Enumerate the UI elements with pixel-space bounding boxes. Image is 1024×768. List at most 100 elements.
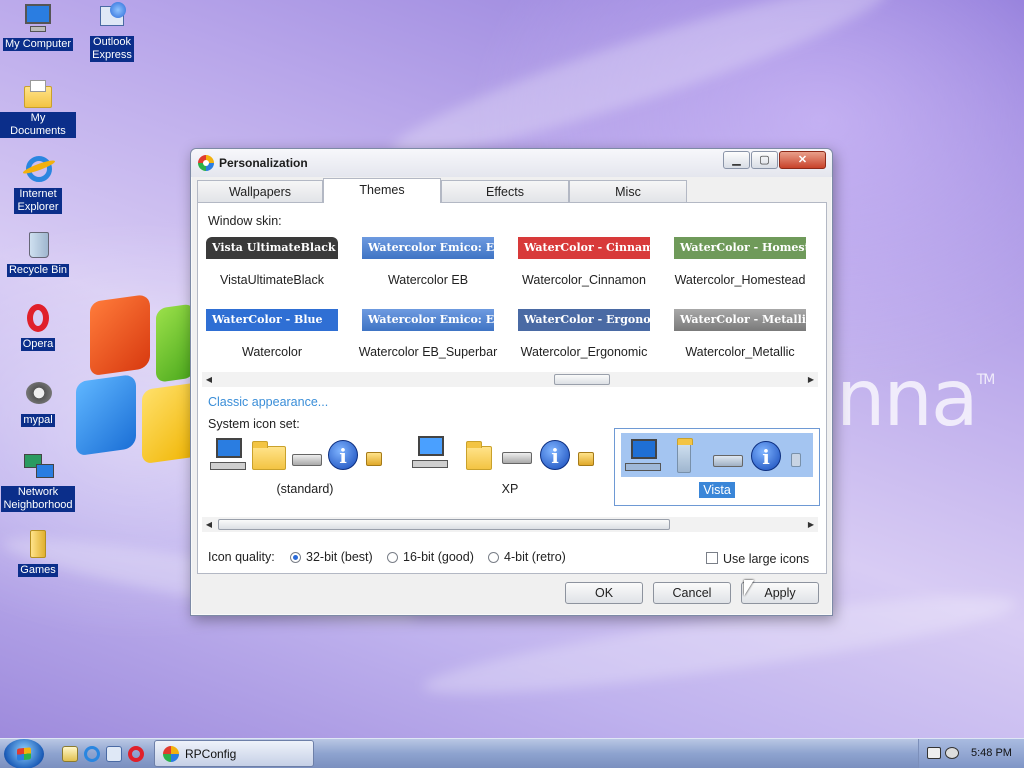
- iconset-caption: (standard): [276, 482, 334, 496]
- tray-network-icon[interactable]: [927, 747, 941, 759]
- scroll-right-arrow-icon[interactable]: ▶: [804, 372, 818, 387]
- quality-4bit-label[interactable]: 4-bit (retro): [504, 550, 566, 564]
- tab-effects[interactable]: Effects: [441, 180, 569, 202]
- scroll-left-arrow-icon[interactable]: ◀: [202, 372, 216, 387]
- network-icon: [22, 452, 54, 484]
- iconset-vista[interactable]: i Vista: [614, 428, 820, 506]
- taskbar: RPConfig 5:48 PM: [0, 738, 1024, 768]
- iconset-xp[interactable]: i XP: [410, 428, 610, 506]
- drive-icon: [502, 452, 532, 464]
- desktop-icon-internet-explorer[interactable]: Internet Explorer: [0, 154, 76, 214]
- use-large-icons-label[interactable]: Use large icons: [723, 552, 809, 566]
- desktop-icon-games[interactable]: Games: [0, 528, 76, 577]
- desktop-icon-outlook-express[interactable]: Outlook Express: [74, 2, 150, 62]
- computer-icon: [412, 436, 448, 468]
- desktop-icon-my-documents[interactable]: My Documents: [0, 78, 76, 138]
- skin-watercolor-cinnamon[interactable]: WaterColor - Cinnamon Watercolor_Cinnamo…: [514, 233, 664, 297]
- scroll-thumb[interactable]: [554, 374, 610, 385]
- desktop-icon-my-computer[interactable]: My Computer: [0, 2, 76, 51]
- skin-name: Watercolor_Ergonomic: [520, 345, 648, 359]
- quality-32bit-label[interactable]: 32-bit (best): [306, 550, 373, 564]
- quality-16bit-radio[interactable]: [387, 552, 398, 563]
- iconsets-hscrollbar[interactable]: ◀ ▶: [202, 517, 818, 532]
- system-tray: 5:48 PM: [918, 739, 1024, 768]
- skin-preview-bar: WaterColor - Metallic: [674, 309, 806, 331]
- use-large-icons-checkbox[interactable]: [706, 552, 718, 564]
- close-button[interactable]: ✕: [779, 151, 826, 169]
- clock[interactable]: 5:48 PM: [971, 747, 1012, 759]
- skin-preview-bar: WaterColor - Ergonom: [518, 309, 650, 331]
- lock-icon: [578, 452, 594, 466]
- tab-themes[interactable]: Themes: [323, 178, 441, 203]
- folder-icon: [466, 441, 492, 470]
- computer-icon: [210, 438, 246, 470]
- tray-volume-icon[interactable]: [945, 747, 959, 759]
- quality-32bit-radio[interactable]: [290, 552, 301, 563]
- desktop-icon-opera[interactable]: Opera: [0, 302, 76, 351]
- personalization-window: Personalization ▁ ▢ ✕ Wallpapers Themes …: [190, 148, 833, 616]
- iconset-preview: i: [621, 433, 813, 477]
- skin-watercolor-eb-superbar[interactable]: Watercolor Emico: Ergo Watercolor EB_Sup…: [358, 305, 508, 369]
- start-button[interactable]: [4, 739, 44, 768]
- ok-button[interactable]: OK: [565, 582, 643, 604]
- skin-watercolor-homestead[interactable]: WaterColor - Homeste Watercolor_Homestea…: [670, 233, 820, 297]
- skin-name: VistaUltimateBlack: [220, 273, 324, 287]
- skin-preview-bar: Watercolor Emico: Ergo: [362, 237, 494, 259]
- skin-preview-bar: Vista UltimateBlack: [206, 237, 338, 259]
- opera-quicklaunch-icon[interactable]: [128, 746, 144, 762]
- mypal-icon: [22, 378, 54, 410]
- cancel-button[interactable]: Cancel: [653, 582, 731, 604]
- quality-16bit-label[interactable]: 16-bit (good): [403, 550, 474, 564]
- window-skin-label: Window skin:: [208, 214, 282, 228]
- skin-preview-bar: WaterColor - Cinnamon: [518, 237, 650, 259]
- skin-name: Watercolor: [242, 345, 302, 359]
- taskbar-button-rpconfig[interactable]: RPConfig: [154, 740, 314, 767]
- show-desktop-icon[interactable]: [62, 746, 78, 762]
- outlook-quicklaunch-icon[interactable]: [106, 746, 122, 762]
- classic-appearance-link[interactable]: Classic appearance...: [208, 395, 328, 409]
- skin-watercolor[interactable]: WaterColor - Blue Watercolor: [202, 305, 352, 369]
- ie-quicklaunch-icon[interactable]: [84, 746, 100, 762]
- iconset-caption: Vista: [615, 482, 819, 498]
- skin-name: Watercolor_Homestead: [674, 273, 806, 287]
- window-titlebar[interactable]: Personalization ▁ ▢ ✕: [191, 149, 832, 177]
- windows-logo: [70, 293, 202, 465]
- folder-icon: [677, 438, 693, 473]
- skin-watercolor-ergonomic[interactable]: WaterColor - Ergonom Watercolor_Ergonomi…: [514, 305, 664, 369]
- quality-4bit-radio[interactable]: [488, 552, 499, 563]
- info-icon: i: [751, 441, 781, 471]
- ie-icon: [21, 154, 57, 186]
- scroll-right-arrow-icon[interactable]: ▶: [804, 517, 818, 532]
- maximize-button[interactable]: ▢: [751, 151, 778, 169]
- desktop-icon-network-neighborhood[interactable]: Network Neighborhood: [0, 452, 76, 512]
- skin-vista-ultimateblack[interactable]: Vista UltimateBlack VistaUltimateBlack: [202, 233, 352, 297]
- computer-icon: [22, 2, 54, 34]
- computer-icon: [625, 439, 661, 471]
- tab-misc[interactable]: Misc: [569, 180, 687, 202]
- skin-watercolor-metallic[interactable]: WaterColor - Metallic Watercolor_Metalli…: [670, 305, 820, 369]
- skin-preview-bar: WaterColor - Blue: [206, 309, 338, 331]
- iconset-standard[interactable]: i (standard): [206, 428, 404, 506]
- skin-name: Watercolor EB_Superbar: [358, 345, 498, 359]
- info-icon: i: [540, 440, 570, 470]
- skin-name: Watercolor_Metallic: [685, 345, 795, 359]
- tab-wallpapers[interactable]: Wallpapers: [197, 180, 323, 202]
- lock-icon: [366, 452, 382, 466]
- taskbar-button-label: RPConfig: [185, 747, 237, 761]
- minimize-button[interactable]: ▁: [723, 151, 750, 169]
- skins-hscrollbar[interactable]: ◀ ▶: [202, 372, 818, 387]
- scroll-left-arrow-icon[interactable]: ◀: [202, 517, 216, 532]
- skin-watercolor-eb[interactable]: Watercolor Emico: Ergo Watercolor EB: [358, 233, 508, 297]
- window-title: Personalization: [219, 156, 308, 170]
- desktop-icon-mypal[interactable]: mypal: [0, 378, 76, 427]
- recycle-bin-icon: [22, 228, 54, 260]
- iconset-caption: XP: [501, 482, 519, 496]
- mouse-cursor: [744, 580, 754, 596]
- rpconfig-app-icon: [198, 155, 214, 171]
- drive-icon: [292, 454, 322, 466]
- desktop-icon-recycle-bin[interactable]: Recycle Bin: [0, 228, 76, 277]
- scroll-thumb[interactable]: [218, 519, 670, 530]
- skin-name: Watercolor_Cinnamon: [522, 273, 646, 287]
- skin-preview-bar: Watercolor Emico: Ergo: [362, 309, 494, 331]
- skin-name: Watercolor EB: [387, 273, 469, 287]
